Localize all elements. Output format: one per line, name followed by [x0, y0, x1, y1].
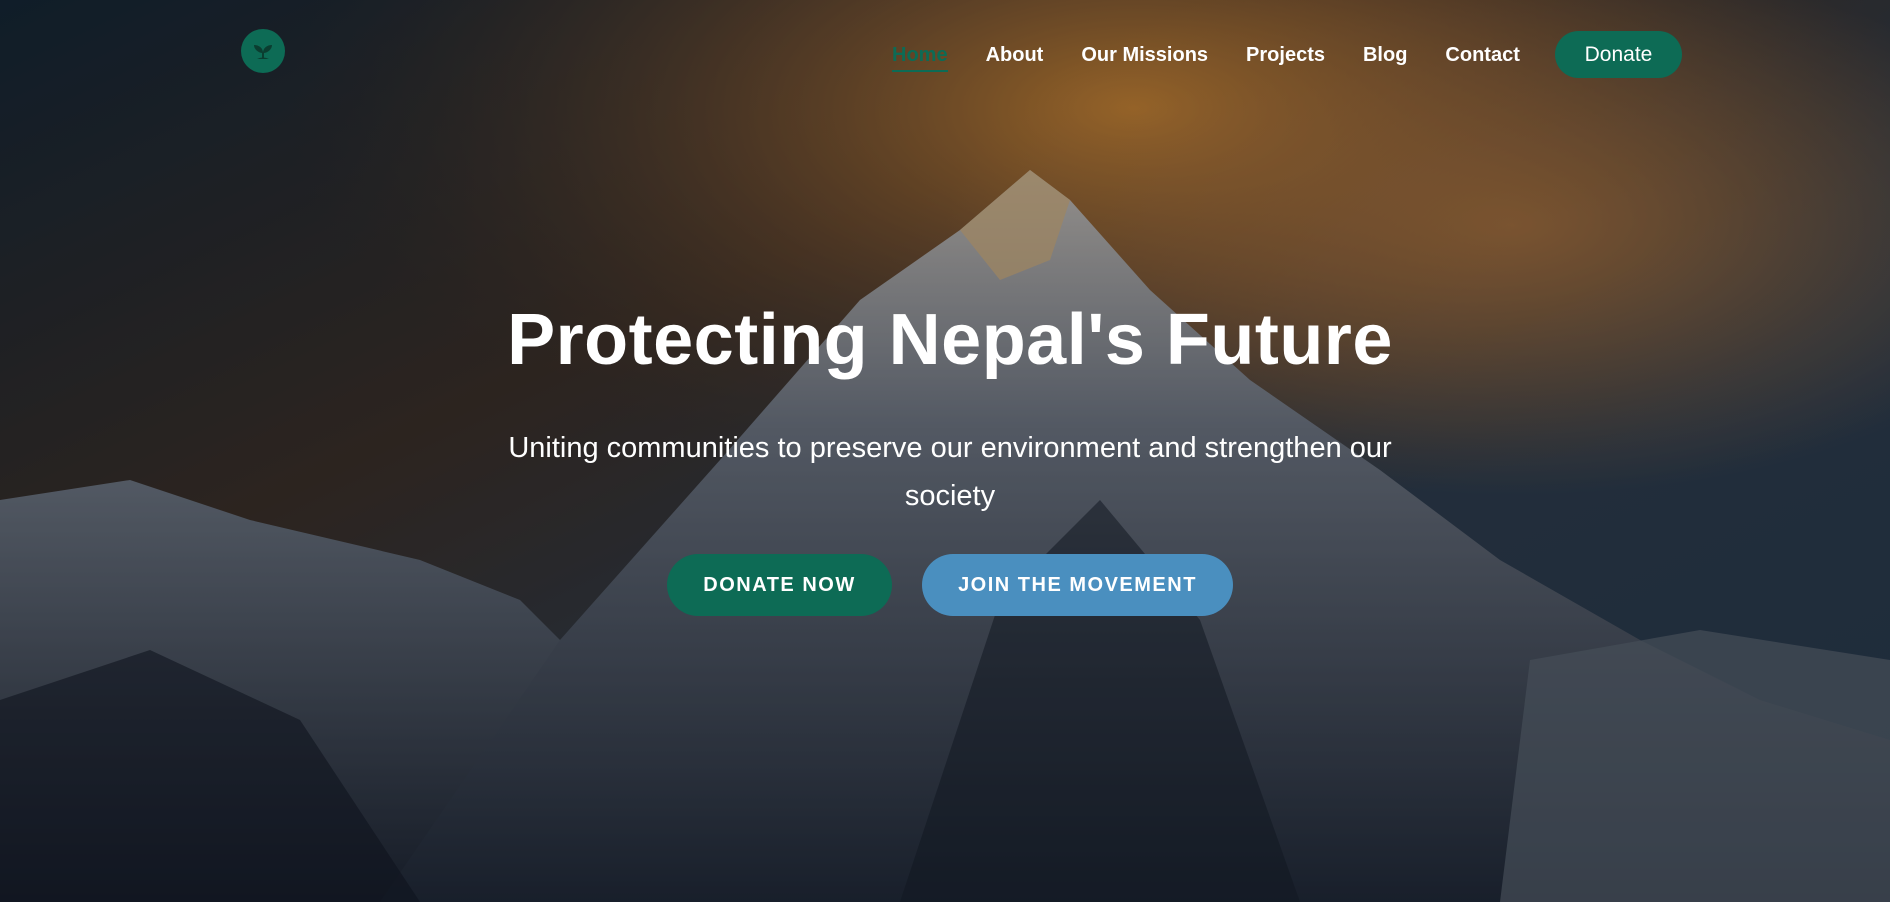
leaf-sprout-icon	[254, 45, 272, 59]
nav-link-projects[interactable]: Projects	[1246, 40, 1325, 70]
join-movement-button[interactable]: JOIN THE MOVEMENT	[922, 554, 1233, 616]
hero-content: Protecting Nepal's Future Uniting commun…	[0, 298, 1890, 520]
hero-title: Protecting Nepal's Future	[507, 300, 1393, 380]
hero-subtitle: Uniting communities to preserve our envi…	[508, 432, 1392, 512]
nav-link-about[interactable]: About	[986, 40, 1044, 70]
hero-cta-group: DONATE NOW JOIN THE MOVEMENT	[0, 554, 1890, 616]
donate-now-button[interactable]: DONATE NOW	[667, 554, 892, 616]
nav-link-blog[interactable]: Blog	[1363, 40, 1407, 70]
nav-link-contact[interactable]: Contact	[1445, 40, 1519, 70]
top-navbar: Home About Our Missions Projects Blog Co…	[0, 0, 1890, 110]
nav-donate-button[interactable]: Donate	[1555, 31, 1682, 78]
site-logo[interactable]	[241, 29, 285, 73]
nav-link-home[interactable]: Home	[892, 40, 948, 72]
nav-link-our-missions[interactable]: Our Missions	[1081, 40, 1208, 70]
nav-links: Home About Our Missions Projects Blog Co…	[892, 40, 1558, 72]
